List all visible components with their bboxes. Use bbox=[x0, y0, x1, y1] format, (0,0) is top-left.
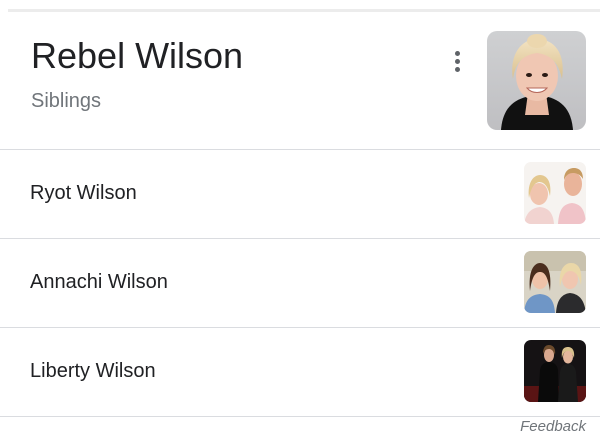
sibling-photo-image bbox=[524, 340, 586, 402]
sibling-name: Annachi Wilson bbox=[30, 271, 168, 293]
sibling-row[interactable]: Liberty Wilson bbox=[0, 328, 600, 417]
menu-dot bbox=[455, 51, 460, 56]
entity-subtitle: Siblings bbox=[31, 90, 102, 112]
sibling-photo-image bbox=[524, 162, 586, 224]
panel-header: Rebel Wilson Siblings bbox=[0, 12, 600, 150]
sibling-name: Ryot Wilson bbox=[30, 182, 137, 204]
entity-photo[interactable] bbox=[487, 31, 586, 130]
sibling-row[interactable]: Ryot Wilson bbox=[0, 150, 600, 239]
menu-dot bbox=[455, 67, 460, 72]
entity-title: Rebel Wilson bbox=[31, 35, 244, 76]
feedback-link[interactable]: Feedback bbox=[520, 418, 586, 431]
sibling-photo bbox=[524, 162, 586, 224]
menu-dot bbox=[455, 59, 460, 64]
sibling-name: Liberty Wilson bbox=[30, 360, 156, 382]
siblings-panel: Rebel Wilson Siblings Ryot Wilson Annach… bbox=[0, 0, 600, 431]
more-options-button[interactable] bbox=[444, 46, 472, 76]
sibling-photo-image bbox=[524, 251, 586, 313]
entity-photo-image bbox=[487, 31, 586, 130]
sibling-row[interactable]: Annachi Wilson bbox=[0, 239, 600, 328]
sibling-photo bbox=[524, 340, 586, 402]
sibling-photo bbox=[524, 251, 586, 313]
